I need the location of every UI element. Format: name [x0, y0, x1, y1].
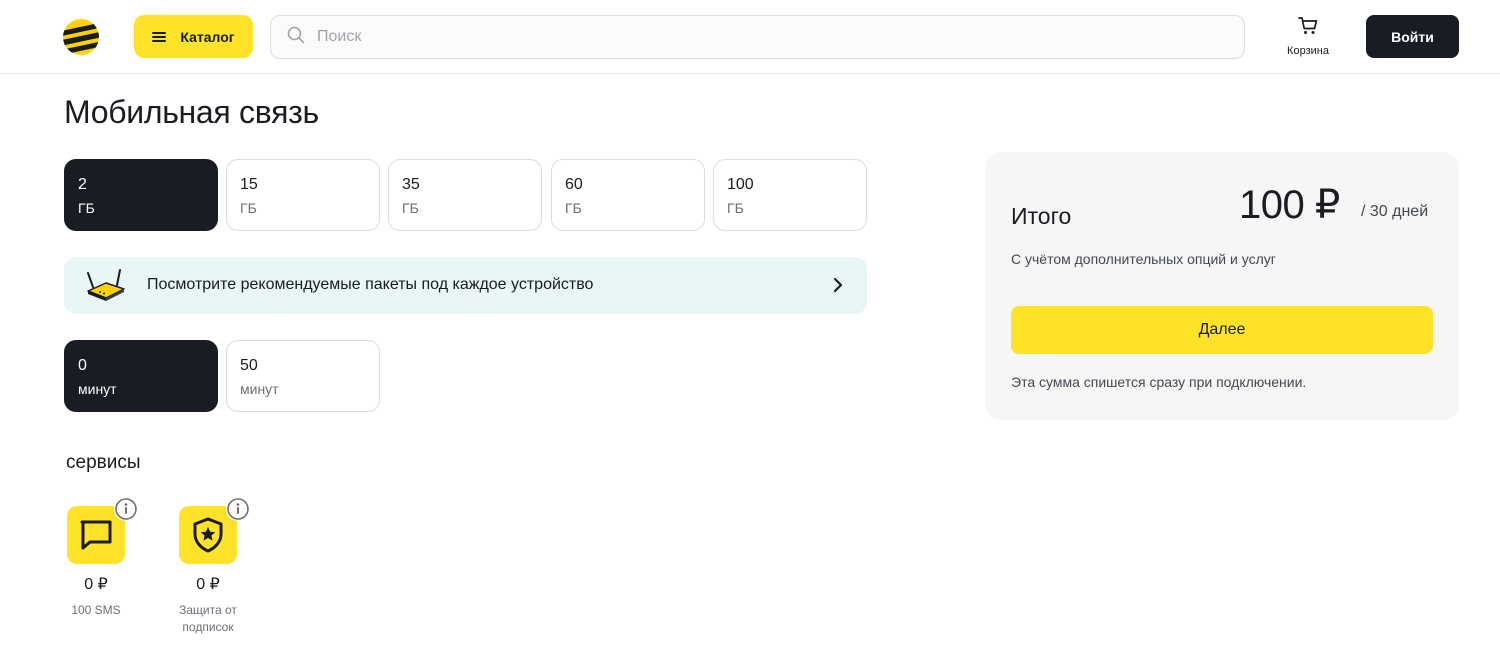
service-sms[interactable]: 0 ₽ 100 SMS	[51, 497, 141, 619]
search-box[interactable]	[270, 15, 1245, 59]
option-unit: ГБ	[727, 200, 744, 216]
chevron-right-icon	[831, 275, 845, 295]
data-option-35[interactable]: 35 ГБ	[388, 159, 542, 231]
info-icon[interactable]	[226, 497, 250, 521]
shield-star-icon	[193, 517, 223, 553]
service-tile[interactable]	[179, 497, 250, 564]
option-value: 35	[402, 176, 420, 193]
minutes-option-0[interactable]: 0 минут	[64, 340, 218, 412]
option-value: 2	[78, 176, 87, 193]
option-value: 60	[565, 176, 583, 193]
service-price: 0 ₽	[196, 576, 220, 593]
cart-label: Корзина	[1287, 45, 1329, 57]
option-unit: ГБ	[402, 200, 419, 216]
search-icon	[287, 26, 305, 49]
minutes-option-50[interactable]: 50 минут	[226, 340, 380, 412]
beeline-logo[interactable]	[62, 18, 100, 56]
router-icon	[84, 267, 128, 303]
data-option-60[interactable]: 60 ГБ	[551, 159, 705, 231]
login-button[interactable]: Войти	[1366, 15, 1459, 58]
data-option-2[interactable]: 2 ГБ	[64, 159, 218, 231]
option-value: 100	[727, 176, 754, 193]
menu-icon	[152, 31, 167, 42]
order-summary-panel: Итого 100 ₽ / 30 дней С учётом дополните…	[985, 152, 1459, 420]
cart-icon	[1297, 16, 1319, 41]
summary-price: 100 ₽	[1239, 183, 1340, 227]
service-tile[interactable]	[67, 497, 138, 564]
site-header: Каталог Корзина Войти	[0, 0, 1500, 74]
recommended-packages-banner[interactable]: Посмотрите рекомендуемые пакеты под кажд…	[64, 257, 867, 314]
catalog-label: Каталог	[180, 28, 235, 45]
banner-text: Посмотрите рекомендуемые пакеты под кажд…	[147, 276, 594, 293]
service-price: 0 ₽	[84, 576, 108, 593]
summary-title: Итого	[1011, 203, 1072, 229]
summary-note: С учётом дополнительных опций и услуг	[1011, 251, 1276, 267]
service-subscription-protection[interactable]: 0 ₽ Защита от подписок	[163, 497, 253, 636]
service-name: Защита от подписок	[179, 603, 237, 634]
next-button[interactable]: Далее	[1011, 306, 1433, 354]
option-value: 50	[240, 357, 258, 374]
data-option-100[interactable]: 100 ГБ	[713, 159, 867, 231]
cart-button[interactable]: Корзина	[1278, 16, 1338, 57]
option-value: 0	[78, 357, 87, 374]
option-unit: ГБ	[78, 200, 95, 216]
option-unit: ГБ	[565, 200, 582, 216]
summary-period: / 30 дней	[1361, 203, 1429, 220]
option-value: 15	[240, 176, 258, 193]
option-unit: минут	[78, 381, 117, 397]
data-option-15[interactable]: 15 ГБ	[226, 159, 380, 231]
catalog-button[interactable]: Каталог	[134, 15, 253, 58]
page-title: Мобильная связь	[64, 94, 319, 130]
info-icon[interactable]	[114, 497, 138, 521]
chat-bubble-icon	[80, 520, 112, 550]
service-name: 100 SMS	[71, 603, 121, 617]
option-unit: ГБ	[240, 200, 257, 216]
summary-footnote: Эта сумма спишется сразу при подключении…	[1011, 374, 1307, 390]
services-title: сервисы	[66, 452, 141, 473]
search-input[interactable]	[317, 28, 1217, 46]
option-unit: минут	[240, 381, 279, 397]
